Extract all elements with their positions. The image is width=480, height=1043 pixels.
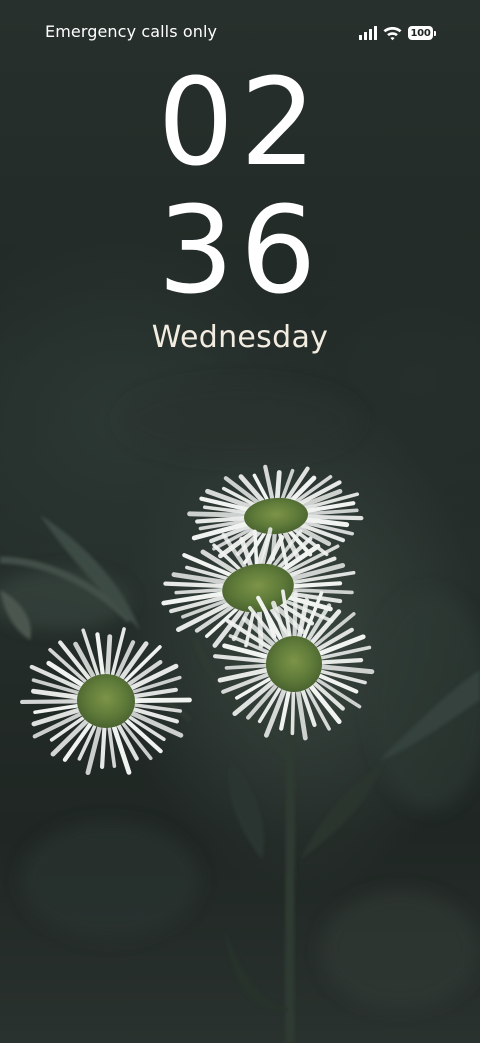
daisy-flower [20,627,192,776]
battery-level-text: 100 [410,27,431,39]
carrier-status-text: Emergency calls only [45,22,218,41]
lock-screen: Emergency calls only 100 02 36 Wednesday [0,0,480,1043]
battery-icon: 100 [408,26,436,40]
clock-minutes: 36 [157,182,323,321]
battery-body: 100 [408,26,433,40]
status-icons: 100 [359,23,436,43]
clock-hours: 02 [157,54,323,193]
wifi-icon [383,26,402,40]
battery-tip [434,30,436,36]
signal-icon [359,26,377,40]
day-of-week: Wednesday [151,320,329,355]
lock-screen-clock: 02 36 [0,62,480,314]
